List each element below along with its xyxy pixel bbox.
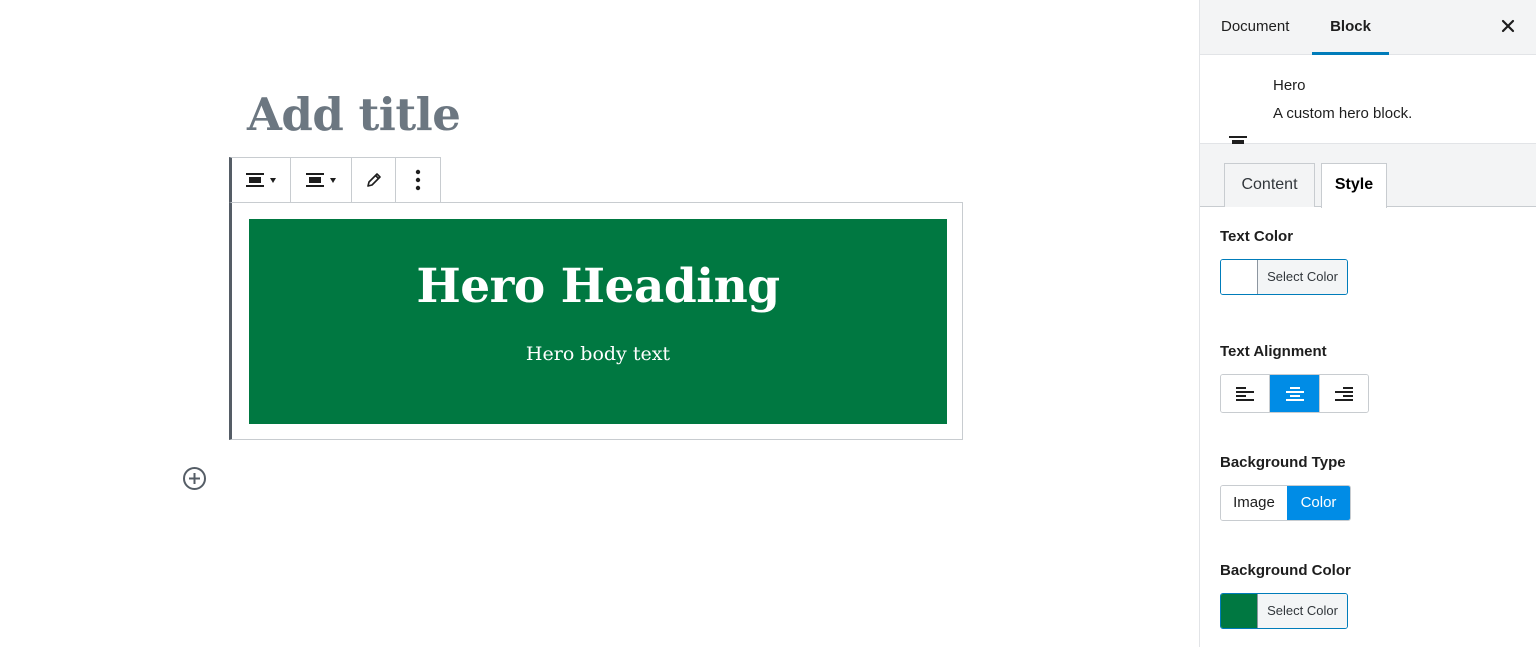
text-color-select-label: Select Color (1258, 260, 1347, 294)
align-center-text-icon (1285, 386, 1304, 401)
more-options-button[interactable] (396, 158, 440, 202)
align-center-icon (246, 173, 264, 187)
background-color-picker[interactable]: Select Color (1220, 593, 1348, 629)
hero-block[interactable]: Hero Heading Hero body text (229, 202, 963, 440)
tab-content[interactable]: Content (1224, 163, 1315, 207)
text-color-label: Text Color (1220, 228, 1294, 245)
chevron-down-icon (270, 177, 276, 183)
background-type-label: Background Type (1220, 454, 1346, 471)
align-center-icon (306, 173, 324, 187)
text-alignment-label: Text Alignment (1220, 343, 1327, 360)
align-right-button[interactable] (1319, 375, 1368, 412)
post-title-input[interactable]: Add title (247, 88, 461, 141)
hero-heading[interactable]: Hero Heading (249, 259, 947, 314)
align-left-button[interactable] (1221, 375, 1270, 412)
add-block-button[interactable] (183, 467, 206, 490)
block-card-title: Hero (1273, 77, 1306, 94)
align-center-button[interactable] (1270, 375, 1319, 412)
hero-section: Hero Heading Hero body text (249, 219, 947, 424)
background-type-color-button[interactable]: Color (1286, 486, 1350, 520)
background-color-select-label: Select Color (1258, 594, 1347, 628)
pencil-icon (366, 173, 381, 187)
text-color-swatch (1221, 260, 1258, 294)
tab-block[interactable]: Block (1312, 0, 1389, 55)
background-type-image-button[interactable]: Image (1221, 486, 1287, 520)
panel-tabs: Content Style (1200, 144, 1536, 208)
block-toolbar (229, 157, 441, 203)
block-card-description: A custom hero block. (1273, 105, 1413, 122)
background-color-label: Background Color (1220, 562, 1351, 579)
settings-sidebar: Document Block Hero A custom hero block.… (1199, 0, 1536, 647)
text-color-picker[interactable]: Select Color (1220, 259, 1348, 295)
edit-button[interactable] (352, 158, 396, 202)
plus-icon (189, 473, 200, 484)
tab-style[interactable]: Style (1321, 163, 1387, 208)
sidebar-header: Document Block (1200, 0, 1536, 55)
background-color-swatch (1221, 594, 1258, 628)
editor-canvas: Add title Hero Heading Hero body text (0, 0, 1199, 647)
close-icon[interactable] (1499, 17, 1517, 35)
block-card: Hero A custom hero block. (1200, 55, 1536, 150)
content-align-button[interactable] (291, 158, 352, 202)
hero-body-text[interactable]: Hero body text (249, 343, 947, 365)
align-left-icon (1236, 386, 1254, 401)
chevron-down-icon (330, 177, 336, 183)
text-alignment-group (1220, 374, 1369, 413)
block-align-button[interactable] (232, 158, 291, 202)
tab-document[interactable]: Document (1221, 0, 1289, 55)
more-vertical-icon (415, 169, 421, 191)
align-right-icon (1335, 386, 1353, 401)
background-type-group: Image Color (1220, 485, 1351, 521)
